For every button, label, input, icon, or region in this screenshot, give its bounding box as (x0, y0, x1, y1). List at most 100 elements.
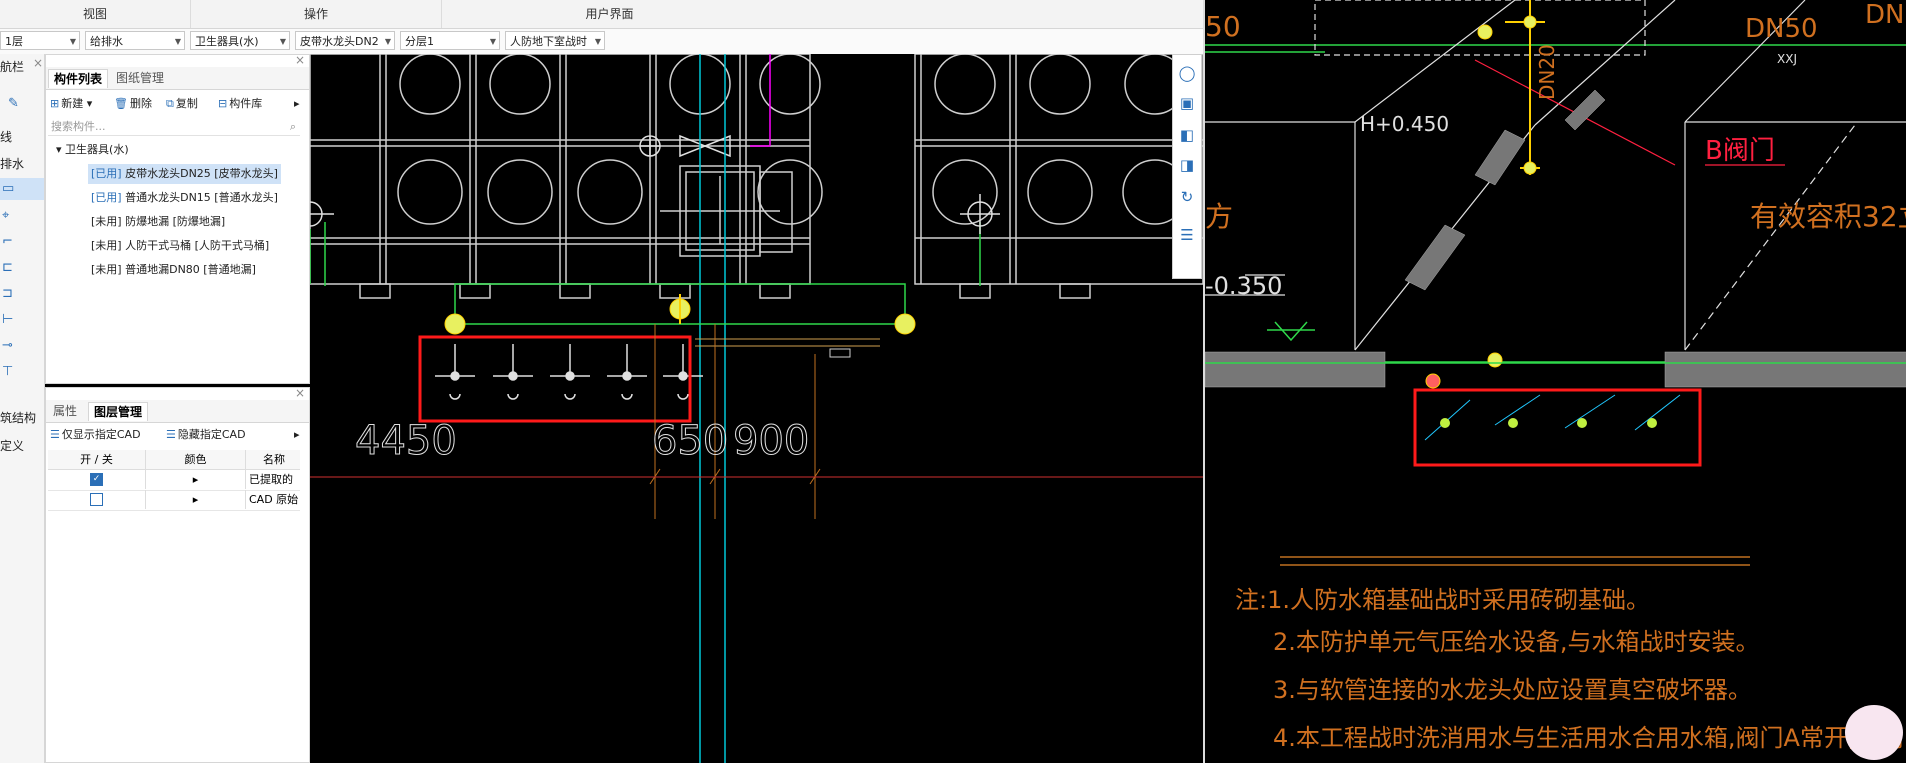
component-search-input[interactable]: 搜索构件... ⌕ (48, 117, 300, 136)
sublayer-select[interactable]: 分层1 ▼ (400, 31, 500, 50)
tree-root[interactable]: ▾ 卫生器具(水) (56, 141, 129, 157)
support-icon[interactable]: ⊤ (2, 364, 18, 380)
item-name: 普通地漏DN80 [普通地漏] (125, 263, 256, 276)
component-select[interactable]: 皮带水龙头DN2 ▼ (295, 31, 395, 50)
chevron-down-icon: ▼ (594, 37, 601, 46)
close-icon[interactable]: × (295, 386, 305, 400)
nav-item-drainage[interactable]: 排水 (0, 155, 24, 172)
selection-box[interactable] (418, 335, 692, 423)
column-toggle[interactable]: 开 / 关 (48, 450, 146, 469)
ribbon-group-view[interactable]: 视图 (0, 0, 191, 28)
pipe-nodes (444, 294, 916, 335)
tree-item-4[interactable]: [未用] 普通地漏DN80 [普通地漏] (88, 260, 259, 280)
component-select-value: 皮带水龙头DN2 (300, 35, 379, 48)
label-dn50: DN50 (1745, 14, 1818, 44)
layer-color[interactable]: ▸ (146, 470, 246, 489)
item-status: [已用] (91, 167, 122, 180)
rotate-view-icon[interactable]: ◯ (1177, 63, 1197, 83)
more-icon[interactable]: ▸ (294, 93, 300, 115)
column-color[interactable]: 颜色 (146, 450, 246, 469)
tab-layer-management[interactable]: 图层管理 (88, 402, 149, 421)
box-view-icon[interactable]: ◨ (1177, 155, 1197, 175)
floor-select[interactable]: 1层 ▼ (0, 31, 80, 50)
dimension-900: 900 (733, 418, 809, 464)
label-volume: 有效容积32立方 (1750, 200, 1906, 233)
equipment-icon[interactable]: ⊏ (2, 260, 18, 276)
more-icon[interactable]: ▸ (294, 424, 300, 446)
column-name[interactable]: 名称 (246, 450, 302, 469)
sanitary-fixture-icon[interactable]: ▭ (2, 181, 18, 197)
show-cad-button[interactable]: ☰ 仅显示指定CAD (50, 424, 141, 446)
sleeve-icon[interactable]: ⊸ (2, 338, 18, 354)
layer-row[interactable]: ▸ CAD 原始 (48, 490, 300, 511)
layer-panel: × 属性 图层管理 ☰ 仅显示指定CAD ☰ 隐藏指定CAD ▸ 开 / 关 颜色 … (45, 386, 310, 763)
tree-item-3[interactable]: [未用] 人防干式马桶 [人防干式马桶] (88, 236, 272, 256)
label-50: 50 (1205, 10, 1241, 43)
pipe-detail (695, 338, 880, 358)
label-xxj: XXJ (1777, 52, 1797, 66)
tree-item-2[interactable]: [未用] 防爆地漏 [防爆地漏] (88, 212, 228, 232)
copy-button[interactable]: ⧉ 复制 (166, 93, 198, 115)
search-icon[interactable]: ⌕ (290, 117, 296, 136)
scope-select[interactable]: 人防地下室战时 ▼ (505, 31, 605, 50)
component-library-button[interactable]: ⊟ 构件库 (218, 93, 262, 115)
component-panel-tabs: 构件列表 图纸管理 (46, 67, 309, 90)
settings-list-icon[interactable]: ☰ (1177, 225, 1197, 245)
ribbon-empty-area (777, 0, 1203, 28)
edit-icon[interactable]: ✎ (8, 96, 24, 112)
refresh-view-icon[interactable]: ↻ (1177, 187, 1197, 207)
mascot-icon[interactable] (1845, 705, 1903, 760)
ribbon-group-ui[interactable]: 用户界面 (442, 0, 777, 28)
layer-name: CAD 原始 (249, 493, 299, 506)
item-status: [已用] (91, 191, 122, 204)
valve-icon[interactable]: ⌖ (2, 208, 18, 224)
show-cad-label: 仅显示指定CAD (61, 428, 141, 441)
layer-toggle[interactable]: ✓ (48, 470, 146, 489)
component-list-panel: × 构件列表 图纸管理 ⊞ 新建 ▾ 🗑 删除 ⧉ 复制 ⊟ 构件库 ▸ 搜索构件...… (45, 53, 310, 384)
close-icon[interactable]: × (33, 56, 43, 70)
trash-icon: 🗑 (114, 97, 128, 110)
library-label: 构件库 (229, 97, 263, 110)
hide-cad-button[interactable]: ☰ 隐藏指定CAD (166, 424, 246, 446)
tree-root-label: 卫生器具(水) (65, 143, 129, 156)
tab-properties[interactable]: 属性 (48, 402, 82, 420)
pump-icon[interactable]: ⊐ (2, 286, 18, 302)
nav-item-line[interactable]: 线 (0, 128, 12, 145)
layer-row[interactable]: ✓ ▸ 已提取的 (48, 470, 300, 491)
category-select[interactable]: 卫生器具(水) ▼ (190, 31, 290, 50)
cube-view-icon[interactable]: ◧ (1177, 125, 1197, 145)
ribbon-group-operation[interactable]: 操作 (191, 0, 442, 28)
discipline-select-value: 给排水 (90, 35, 123, 48)
navigation-strip: 航栏 × ✎ 线 排水 ▭ ⌖ ⌐ ⊏ ⊐ ⊢ ⊸ ⊤ 筑结构 定义 (0, 54, 45, 763)
faucet-symbols (435, 344, 703, 400)
new-button[interactable]: ⊞ 新建 ▾ (50, 93, 92, 115)
nav-item-building-structure[interactable]: 筑结构 (0, 409, 36, 426)
layer-toggle[interactable] (48, 490, 146, 509)
cad-canvas[interactable]: 4450 650 900 (310, 54, 1203, 763)
note-4: 4.本工程战时洗消用水与生活用水合用水箱,阀门A常开,阀门B常 (1273, 724, 1906, 752)
layer-color[interactable]: ▸ (146, 490, 246, 509)
tab-component-list[interactable]: 构件列表 (48, 69, 109, 88)
label-elevation-minus: -0.350 (1205, 272, 1283, 300)
note-1: 注:1.人防水箱基础战时采用砖砌基础。 (1235, 586, 1650, 614)
sublayer-select-value: 分层1 (405, 35, 434, 48)
close-icon[interactable]: × (295, 53, 305, 67)
tree-item-0[interactable]: [已用] 皮带水龙头DN25 [皮带水龙头] (88, 164, 281, 184)
layers-icon: ☰ (50, 428, 60, 441)
crosshair-markers (310, 194, 1000, 234)
pipe-fitting-icon[interactable]: ⌐ (2, 234, 18, 250)
label-dn20: DN20 (1535, 44, 1559, 100)
library-icon: ⊟ (218, 97, 228, 110)
3d-view-icon[interactable]: ▣ (1177, 93, 1197, 113)
tab-drawing-management[interactable]: 图纸管理 (111, 69, 169, 87)
nav-item-custom[interactable]: 定义 (0, 437, 24, 454)
checkbox-unchecked[interactable] (90, 492, 103, 506)
delete-button[interactable]: 🗑 删除 (114, 93, 152, 115)
connector-icon[interactable]: ⊢ (2, 312, 18, 328)
item-name: 普通水龙头DN15 [普通水龙头] (125, 191, 278, 204)
tree-item-1[interactable]: [已用] 普通水龙头DN15 [普通水龙头] (88, 188, 281, 208)
label-elevation-plus: H+0.450 (1360, 112, 1450, 136)
discipline-select[interactable]: 给排水 ▼ (85, 31, 185, 50)
layer-name: 已提取的 (249, 473, 293, 486)
checkbox-checked[interactable]: ✓ (90, 472, 103, 486)
